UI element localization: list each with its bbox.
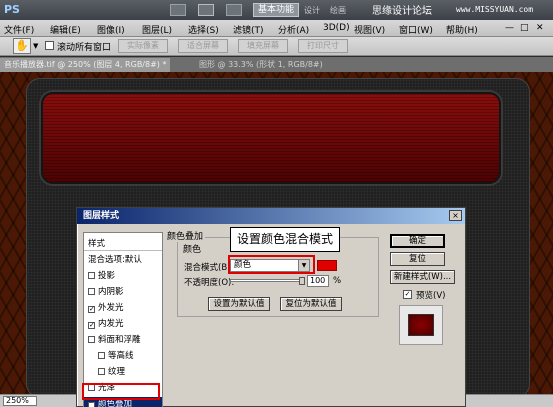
preview-label: 预览(V) (416, 291, 446, 301)
style-item[interactable]: 斜面和浮雕 (84, 333, 162, 347)
menu-analysis[interactable]: 分析(A) (278, 23, 309, 36)
watermark-url: www.MISSYUAN.com (456, 5, 534, 14)
menu-image[interactable]: 图像(I) (97, 23, 125, 36)
style-preview-thumbnail (408, 314, 434, 336)
menu-3d[interactable]: 3D(D) (323, 23, 350, 33)
opacity-slider-track[interactable] (230, 279, 302, 282)
print-size-button[interactable]: 打印尺寸 (298, 39, 348, 53)
style-item-label: 纹理 (108, 367, 126, 377)
style-item-label: 投影 (98, 271, 116, 281)
reset-button[interactable]: 复位 (390, 252, 445, 266)
ok-button[interactable]: 确定 (390, 234, 445, 248)
tool-preset-dropdown-icon[interactable]: ▼ (33, 42, 38, 50)
hand-tool-icon[interactable]: ✋ (13, 38, 31, 54)
style-item[interactable]: ✓ 外发光 (84, 301, 162, 315)
blend-mode-label: 混合模式(B): (184, 263, 234, 273)
menu-select[interactable]: 选择(S) (188, 23, 219, 36)
style-item-label: 颜色叠加 (98, 399, 133, 407)
scroll-all-windows-label: 滚动所有窗口 (57, 43, 112, 53)
app-logo: PS (4, 3, 20, 16)
set-default-button[interactable]: 设置为默认值 (208, 297, 270, 311)
actual-pixels-button[interactable]: 实际像素 (118, 39, 168, 53)
launch-bridge-icon[interactable] (170, 4, 186, 16)
style-checkbox[interactable] (88, 272, 95, 279)
highlight-color-overlay-item (82, 383, 160, 400)
menu-help[interactable]: 帮助(H) (446, 23, 478, 36)
options-bar: ✋ ▼ 滚动所有窗口 实际像素 适合屏幕 填充屏幕 打印尺寸 (0, 37, 553, 56)
tab-shapes[interactable]: 图形 @ 33.3% (形状 1, RGB/8#) (195, 58, 327, 72)
scroll-all-windows-checkbox[interactable] (45, 41, 54, 50)
workspace-design[interactable]: 设计 (304, 5, 320, 16)
preview-checkbox[interactable]: ✓ (403, 290, 412, 299)
maximize-button[interactable]: □ (520, 23, 529, 33)
menu-file[interactable]: 文件(F) (4, 23, 34, 36)
style-checkbox[interactable]: ✓ (88, 322, 95, 329)
highlight-blend-mode (228, 255, 315, 274)
style-checkbox[interactable] (88, 336, 95, 343)
color-overlay-title: 颜色叠加 (165, 229, 206, 242)
opacity-label: 不透明度(O): (184, 278, 235, 288)
overlay-color-swatch[interactable] (317, 260, 337, 271)
styles-list: 样式 混合选项:默认 投影 内阴影 ✓ 外发光 ✓ 内发光 斜面和浮雕 等高线 纹理 光泽 ✓ 颜色叠… (83, 232, 163, 407)
style-item-label: 外发光 (98, 303, 124, 313)
document-tabs: 音乐播放器.tif @ 250% (图层 4, RGB/8#) * 图形 @ 3… (0, 57, 553, 72)
fit-screen-button[interactable]: 适合屏幕 (178, 39, 228, 53)
watermark-text: 思缘设计论坛 (372, 6, 432, 17)
close-window-button[interactable]: ✕ (536, 23, 544, 33)
menu-edit[interactable]: 编辑(E) (50, 23, 81, 36)
annotation-callout: 设置颜色混合模式 (230, 227, 340, 252)
menu-filter[interactable]: 滤镜(T) (233, 23, 264, 36)
style-item[interactable]: 等高线 (84, 349, 162, 363)
minimize-button[interactable]: — (505, 23, 514, 33)
tab-music-player[interactable]: 音乐播放器.tif @ 250% (图层 4, RGB/8#) * (0, 58, 171, 72)
style-item-label: 斜面和浮雕 (98, 335, 141, 345)
blending-options-item[interactable]: 混合选项:默认 (84, 253, 162, 267)
style-checkbox[interactable] (88, 288, 95, 295)
menu-bar: PS 基本功能 设计 绘画 思缘设计论坛 www.MISSYUAN.com (0, 0, 553, 20)
style-checkbox[interactable]: ✓ (88, 306, 95, 313)
reset-default-button[interactable]: 复位为默认值 (280, 297, 342, 311)
arrange-documents-icon[interactable] (226, 4, 242, 16)
menu-view[interactable]: 视图(V) (354, 23, 385, 36)
player-screen-artwork (41, 92, 501, 184)
fill-screen-button[interactable]: 填充屏幕 (238, 39, 288, 53)
styles-header[interactable]: 样式 (84, 237, 162, 251)
main-menu: 文件(F) 编辑(E) 图像(I) 图层(L) 选择(S) 滤镜(T) 分析(A… (0, 20, 553, 37)
style-item-label: 内阴影 (98, 287, 124, 297)
color-subsection-title: 颜色 (181, 242, 204, 255)
dialog-title: 图层样式 (77, 208, 465, 224)
style-checkbox[interactable] (98, 368, 105, 375)
style-item[interactable]: ✓ 内发光 (84, 317, 162, 331)
menu-window[interactable]: 窗口(W) (399, 23, 433, 36)
style-item-label: 等高线 (108, 351, 134, 361)
opacity-slider-thumb[interactable] (299, 277, 305, 285)
new-style-button[interactable]: 新建样式(W)... (390, 270, 455, 284)
style-item-label: 内发光 (98, 319, 124, 329)
workspace-essentials-button[interactable]: 基本功能 (253, 3, 299, 17)
style-item[interactable]: 投影 (84, 269, 162, 283)
opacity-input[interactable]: 100 (307, 275, 329, 287)
style-item[interactable]: 纹理 (84, 365, 162, 379)
workspace-painting[interactable]: 绘画 (330, 5, 346, 16)
view-extras-icon[interactable] (198, 4, 214, 16)
opacity-unit: % (333, 276, 342, 286)
style-checkbox[interactable]: ✓ (88, 402, 95, 407)
style-checkbox[interactable] (98, 352, 105, 359)
dialog-close-button[interactable]: × (449, 210, 462, 221)
style-item[interactable]: 内阴影 (84, 285, 162, 299)
zoom-field[interactable]: 250% (3, 396, 37, 406)
menu-layer[interactable]: 图层(L) (142, 23, 172, 36)
